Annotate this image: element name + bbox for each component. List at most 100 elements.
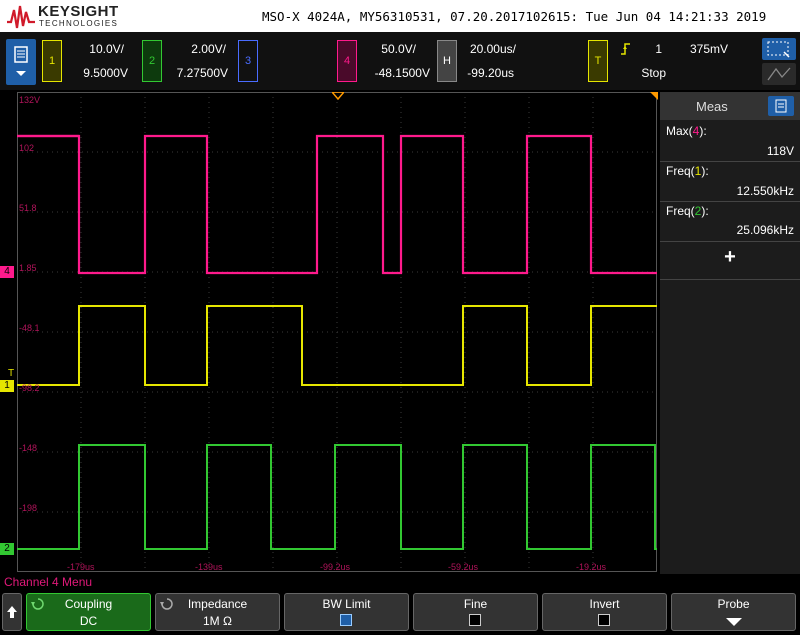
meas-title: Meas: [696, 99, 728, 114]
y-label-1: 102: [19, 143, 35, 153]
meas-2-label: Freq(1):: [666, 164, 709, 178]
bw-limit-softkey[interactable]: BW Limit: [284, 593, 409, 631]
trigger-level: 375mV: [689, 42, 728, 56]
meas-divider: [660, 201, 800, 202]
delay-marker-icon: [650, 92, 658, 100]
meas-divider: [660, 161, 800, 162]
channel-4-ground-marker[interactable]: 4: [0, 266, 14, 278]
meas-menu-button[interactable]: [768, 96, 794, 116]
y-label-2: 51.8: [19, 203, 37, 213]
channel-4-scale: 50.0V/: [381, 42, 416, 56]
x-label-3: -59.2us: [448, 562, 479, 572]
channel-2-offset: 7.27500V: [176, 66, 228, 80]
meas-3-name: Freq(: [666, 204, 695, 218]
invert-checkbox[interactable]: [598, 614, 610, 626]
y-label-6: -148: [19, 443, 38, 453]
list-icon: [775, 99, 787, 113]
meas-1-name: Max(: [666, 124, 693, 138]
up-arrow-icon: [7, 606, 17, 618]
channel-1-offset: 9.5000V: [83, 66, 128, 80]
invert-label: Invert: [589, 597, 620, 611]
probe-label: Probe: [717, 597, 750, 611]
impedance-value: 1M Ω: [203, 614, 232, 628]
waveform-display[interactable]: [17, 92, 657, 572]
meas-3-label: Freq(2):: [666, 204, 709, 218]
y-label-3: 1.85: [19, 263, 37, 273]
channel-3-button[interactable]: 3: [238, 40, 258, 82]
add-measurement-button[interactable]: +: [718, 246, 742, 268]
x-label-1: -139us: [195, 562, 223, 572]
back-button[interactable]: [2, 593, 22, 631]
meas-divider: [660, 241, 800, 242]
meas-2-value: 12.550kHz: [736, 184, 794, 198]
impedance-label: Impedance: [187, 597, 248, 611]
channel-4-number: 4: [343, 55, 351, 67]
run-status: Stop: [641, 66, 666, 80]
meas-3-value: 25.096kHz: [736, 223, 794, 237]
measurement-panel: Meas Max(4): 118V Freq(1): 12.550kHz Fre…: [660, 92, 800, 574]
trigger-label: T: [594, 55, 602, 67]
keysight-logo: KEYSIGHT TECHNOLOGIES: [6, 2, 126, 30]
meas-1-suffix: ):: [699, 124, 707, 138]
rising-edge-icon: [621, 43, 630, 55]
keysight-wave-icon: [7, 5, 35, 29]
coupling-softkey[interactable]: Coupling DC: [26, 593, 151, 631]
fine-softkey[interactable]: Fine: [413, 593, 538, 631]
invert-softkey[interactable]: Invert: [542, 593, 667, 631]
status-bar: 1 10.0V/ 9.5000V 2 2.00V/ 7.27500V 3 4 5…: [0, 32, 800, 90]
channel-2-ground-marker[interactable]: 2: [0, 543, 14, 555]
meas-3-suffix: ):: [701, 204, 709, 218]
channel-1-ground-marker[interactable]: 1: [0, 380, 14, 392]
main-menu-button[interactable]: [6, 39, 36, 85]
trigger-marker-label: T: [8, 368, 15, 379]
fine-checkbox[interactable]: [469, 614, 481, 626]
bw-limit-label: BW Limit: [322, 597, 371, 611]
channel-2-marker-label: 2: [4, 543, 10, 554]
meas-1-label: Max(4):: [666, 124, 707, 138]
probe-softkey[interactable]: Probe: [671, 593, 796, 631]
brand-sub: TECHNOLOGIES: [39, 19, 119, 28]
coupling-value: DC: [79, 614, 98, 628]
channel-1-button[interactable]: 1: [42, 40, 62, 82]
brand-name: KEYSIGHT: [38, 3, 119, 20]
y-label-4: -48.1: [19, 323, 40, 333]
graticule: [17, 92, 657, 572]
channel-2-scale: 2.00V/: [191, 42, 226, 56]
meas-header[interactable]: Meas: [660, 92, 800, 120]
touch-mode-button[interactable]: [762, 63, 796, 85]
impedance-softkey[interactable]: Impedance 1M Ω: [155, 593, 280, 631]
horizontal-button[interactable]: H: [437, 40, 457, 82]
channel-2-button[interactable]: 2: [142, 40, 162, 82]
channel-3-number: 3: [244, 55, 252, 67]
title-bar: KEYSIGHT TECHNOLOGIES MSO-X 4024A, MY563…: [0, 0, 800, 32]
bw-limit-checkbox[interactable]: [340, 614, 352, 626]
channel-1-scale: 10.0V/: [89, 42, 124, 56]
menu-icon: [14, 46, 28, 76]
channel-4-marker-label: 4: [4, 266, 10, 277]
meas-2-name: Freq(: [666, 164, 695, 178]
y-label-7: -198: [19, 503, 38, 513]
channel-1-number: 1: [48, 55, 56, 67]
coupling-label: Coupling: [64, 597, 113, 611]
trigger-position-icon[interactable]: [332, 92, 344, 100]
zoom-select-button[interactable]: [762, 38, 796, 60]
x-label-4: -19.2us: [576, 562, 607, 572]
channel-1-marker-label: 1: [4, 380, 10, 391]
horizontal-label: H: [443, 55, 451, 67]
submenu-arrow-icon: [726, 618, 742, 626]
channel-2-number: 2: [148, 55, 156, 67]
x-label-0: -179us: [67, 562, 95, 572]
meas-1-value: 118V: [766, 144, 794, 158]
select-region-icon: [767, 41, 790, 58]
meas-divider: [660, 279, 800, 280]
channel-4-offset: -48.1500V: [374, 66, 430, 80]
horizontal-delay: -99.20us: [467, 66, 514, 80]
channel-4-button[interactable]: 4: [337, 40, 357, 82]
meas-2-suffix: ):: [701, 164, 709, 178]
touch-icon: [767, 67, 791, 81]
instrument-info: MSO-X 4024A, MY56310531, 07.20.201710261…: [262, 9, 767, 24]
y-label-0: 132V: [19, 95, 41, 105]
trigger-button[interactable]: T: [588, 40, 608, 82]
trigger-source: 1: [655, 42, 662, 56]
menu-title: Channel 4 Menu: [4, 575, 93, 589]
